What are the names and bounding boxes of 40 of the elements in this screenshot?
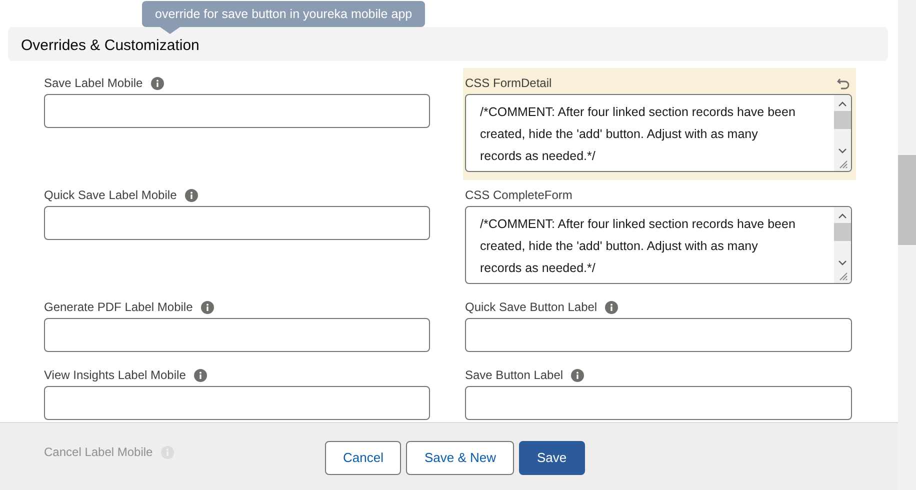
field-label: Save Button Label — [465, 367, 564, 384]
input-field[interactable] — [465, 386, 852, 420]
resize-grip-icon[interactable] — [838, 159, 848, 169]
field-label: CSS CompleteForm — [465, 187, 572, 204]
field-label: Save Label Mobile — [44, 75, 143, 92]
scroll-down-icon[interactable] — [838, 146, 847, 155]
info-icon[interactable] — [200, 300, 214, 314]
scrollbar[interactable] — [898, 0, 916, 490]
scroll-thumb[interactable] — [898, 155, 916, 245]
tooltip-pointer-icon — [160, 27, 180, 34]
info-icon[interactable] — [605, 300, 618, 314]
footer-button[interactable]: Cancel — [325, 441, 402, 475]
resize-grip-icon[interactable] — [838, 271, 848, 281]
undo-icon[interactable] — [837, 76, 850, 90]
input-field[interactable] — [44, 318, 430, 352]
scroll-thumb[interactable] — [834, 223, 851, 241]
input-field[interactable] — [465, 318, 852, 352]
field-label: CSS FormDetail — [465, 75, 552, 92]
field-label: Quick Save Label Mobile — [44, 187, 177, 204]
input-field[interactable] — [44, 206, 430, 240]
input-field[interactable] — [44, 94, 430, 128]
info-icon[interactable] — [571, 368, 584, 382]
section-title: Overrides & Customization — [21, 36, 200, 56]
field-label: Quick Save Button Label — [465, 299, 598, 316]
scroll-up-icon[interactable] — [838, 100, 847, 109]
scroll-thumb[interactable] — [834, 111, 851, 129]
input-field[interactable] — [44, 386, 430, 420]
textarea-field[interactable]: /*COMMENT: After four linked section records have been created, hide the 'add' button. Adjust with as many records as needed.*/ — [465, 206, 852, 284]
footer-button[interactable]: Save & New — [406, 441, 514, 475]
field-label: Cancel Label Mobile — [44, 444, 153, 461]
save-button[interactable]: Save — [519, 441, 585, 475]
scroll-down-icon[interactable] — [838, 258, 847, 267]
scroll-up-icon[interactable] — [838, 212, 847, 221]
field-label: Generate PDF Label Mobile — [44, 299, 193, 316]
info-icon[interactable] — [194, 368, 207, 382]
info-icon[interactable] — [150, 76, 164, 90]
field-label: View Insights Label Mobile — [44, 367, 186, 384]
info-icon[interactable] — [184, 188, 198, 202]
info-icon — [160, 446, 174, 458]
textarea-field[interactable]: /*COMMENT: After four linked section records have been created, hide the 'add' button. Adjust with as many records as needed.*/ — [465, 94, 852, 172]
